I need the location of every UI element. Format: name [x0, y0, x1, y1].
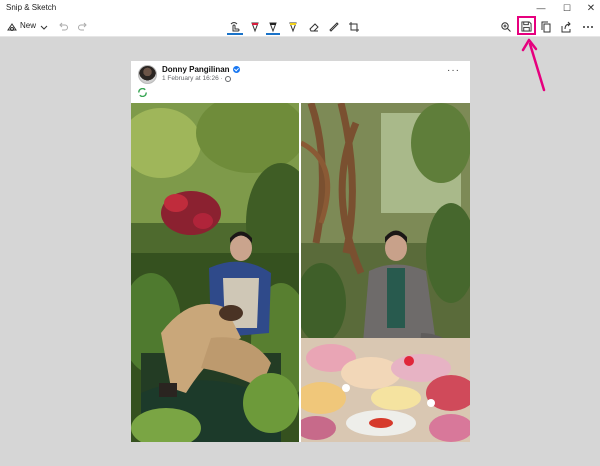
- new-label: New: [20, 21, 37, 30]
- touch-writing-active-indicator: [227, 33, 243, 35]
- highlighter-icon: [289, 22, 297, 32]
- share-button[interactable]: [558, 18, 574, 35]
- toolbar: New: [0, 16, 600, 37]
- more-icon: [583, 25, 593, 28]
- pointer-arrow-icon: [521, 38, 546, 92]
- ballpoint-pen-button[interactable]: [247, 18, 263, 35]
- eraser-icon: [309, 22, 319, 31]
- post-more-icon: ···: [447, 65, 460, 76]
- maximize-button[interactable]: ☐: [554, 0, 580, 16]
- post-time-text: 1 February at 16:26 ·: [162, 75, 223, 82]
- minimize-button[interactable]: —: [528, 0, 554, 16]
- post-photo-right: [301, 103, 470, 442]
- crop-icon: [349, 21, 359, 32]
- reaction-icon: [138, 88, 147, 97]
- undo-button[interactable]: [56, 18, 70, 35]
- avatar: [138, 65, 157, 84]
- ballpoint-pen-icon: [251, 22, 259, 32]
- post-author: Donny Pangilinan: [162, 65, 240, 74]
- zoom-button[interactable]: [498, 18, 514, 35]
- touch-writing-icon: [230, 21, 240, 31]
- new-snip-button[interactable]: [4, 18, 20, 35]
- verified-badge-icon: [232, 66, 240, 73]
- highlighter-button[interactable]: [285, 18, 301, 35]
- globe-icon: [224, 75, 231, 82]
- post-timestamp: 1 February at 16:26 ·: [162, 75, 231, 82]
- copy-icon: [541, 21, 551, 32]
- zoom-icon: [501, 21, 511, 32]
- screenshot-card: Donny Pangilinan 1 February at 16:26 · ·…: [131, 61, 470, 442]
- redo-icon: [78, 22, 87, 30]
- ruler-icon: [329, 21, 339, 32]
- post-photo-left: [131, 103, 299, 442]
- redo-button[interactable]: [76, 18, 90, 35]
- close-button[interactable]: ✕: [578, 0, 600, 16]
- title-bar: Snip & Sketch — ☐ ✕: [0, 0, 600, 16]
- crop-button[interactable]: [346, 18, 362, 35]
- touch-writing-button[interactable]: [225, 18, 245, 35]
- ruler-button[interactable]: [326, 18, 342, 35]
- save-button-highlight: [517, 16, 536, 35]
- garden-photo-image: [131, 103, 299, 442]
- app-title: Snip & Sketch: [6, 3, 57, 12]
- copy-button[interactable]: [538, 18, 554, 35]
- see-more-button[interactable]: [580, 18, 596, 35]
- chevron-down-icon: [40, 25, 48, 30]
- snip-icon: [7, 22, 17, 31]
- author-name: Donny Pangilinan: [162, 65, 230, 74]
- pencil-active-indicator: [266, 33, 280, 35]
- pencil-icon: [269, 22, 277, 32]
- undo-icon: [59, 22, 68, 30]
- eraser-button[interactable]: [306, 18, 322, 35]
- new-dropdown[interactable]: [38, 18, 50, 35]
- share-icon: [561, 21, 571, 32]
- pencil-button[interactable]: [264, 18, 282, 35]
- flowers-photo-image: [301, 103, 470, 442]
